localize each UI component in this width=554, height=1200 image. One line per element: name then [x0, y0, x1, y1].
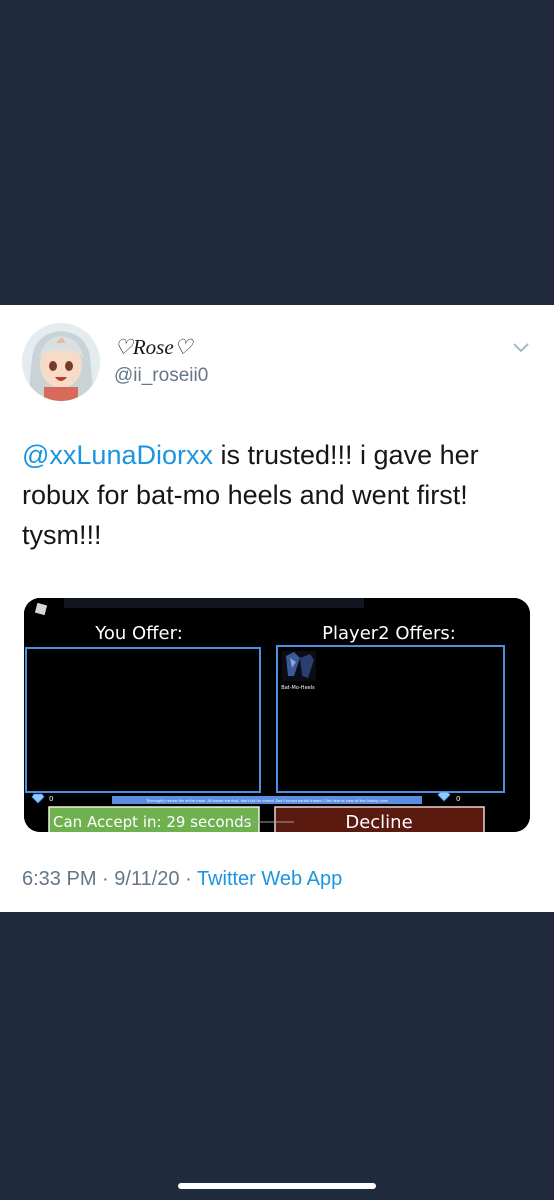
tweet-date: 9/11/20 [114, 868, 180, 890]
you-offer-label: You Offer: [94, 623, 183, 644]
home-indicator[interactable] [178, 1183, 376, 1189]
trade-screenshot: You Offer: Player2 Offers: Bat-Mo-Heels … [24, 598, 530, 832]
chevron-down-icon[interactable] [512, 341, 530, 355]
your-offer-panel[interactable] [25, 647, 261, 793]
their-diamond-count: 0 [456, 795, 460, 803]
tweet-card[interactable]: ♡Rose♡ @ii_roseii0 @xxLunaDiorxx is trus… [0, 305, 554, 912]
item-name-label: Bat-Mo-Heels [281, 685, 315, 691]
display-name[interactable]: ♡Rose♡ [114, 335, 192, 360]
tweet-source-link[interactable]: Twitter Web App [197, 868, 342, 890]
user-handle[interactable]: @ii_roseii0 [114, 365, 208, 387]
trade-notice-text: Thoroughly review the entire trade. All … [145, 799, 388, 803]
player2-offers-label: Player2 Offers: [322, 623, 456, 644]
tweet-meta: 6:33 PM · 9/11/20 · Twitter Web App [22, 868, 342, 891]
tweet-text: @xxLunaDiorxx is trusted!!! i gave her r… [22, 435, 532, 555]
accept-button-label: Can Accept in: 29 seconds [53, 813, 252, 831]
bat-mo-heels-item[interactable]: Bat-Mo-Heels [281, 651, 316, 691]
tweet-time: 6:33 PM [22, 868, 97, 890]
meta-separator: · [96, 868, 115, 890]
mention-link[interactable]: @xxLunaDiorxx [22, 440, 213, 470]
tweet-media[interactable]: You Offer: Player2 Offers: Bat-Mo-Heels … [24, 598, 530, 832]
your-diamond-count: 0 [49, 795, 53, 803]
avatar[interactable] [22, 323, 100, 401]
meta-separator: · [179, 868, 197, 890]
avatar-image [22, 323, 100, 401]
decline-button-label: Decline [345, 812, 412, 832]
